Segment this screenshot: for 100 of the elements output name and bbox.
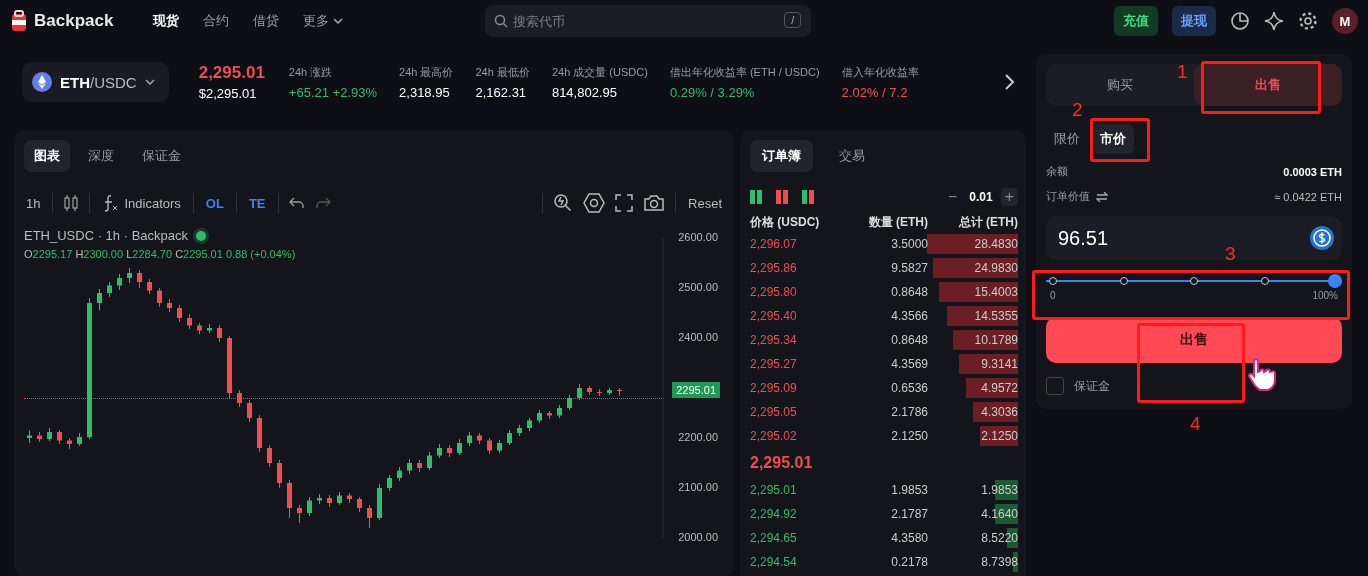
indicators-button[interactable]: Indicators (100, 192, 183, 214)
mid-price: 2,295.01 (750, 453, 814, 473)
candle (447, 444, 452, 458)
stat-label: 24h 涨跌 (288, 64, 334, 80)
order-type-tab[interactable]: 限价 (1046, 124, 1088, 154)
candle (97, 288, 102, 311)
candle (177, 304, 182, 323)
total-cell-text: 2.1250 (980, 429, 1018, 443)
candle (217, 324, 222, 343)
reset-button[interactable]: Reset (686, 193, 724, 213)
nav-menu-item[interactable]: 借贷 (243, 6, 290, 36)
book-layout-icon[interactable] (802, 190, 814, 204)
zoom-search-icon[interactable] (553, 193, 574, 213)
stat-value: 2,318.95 (399, 84, 451, 100)
candle (57, 429, 62, 445)
avatar[interactable]: M (1332, 8, 1358, 34)
size-cell-text: 1.9853 (890, 483, 928, 497)
logo-text: Backpack (34, 11, 114, 31)
candle (147, 278, 152, 295)
candle (577, 383, 582, 401)
chart-legend-title: ETH_USDC · 1h · Backpack (24, 228, 188, 243)
margin-checkbox[interactable] (1046, 377, 1064, 395)
chart-tab[interactable]: 深度 (78, 140, 124, 172)
swap-icon[interactable] (1096, 191, 1108, 202)
chevron-down-icon (333, 17, 344, 25)
candle (507, 429, 512, 446)
ol-button[interactable]: OL (203, 193, 226, 213)
settings-icon[interactable] (583, 193, 606, 213)
candle (397, 466, 402, 482)
total-cell-text: 9.3141 (980, 357, 1018, 371)
side-tab[interactable]: 出售 (1194, 64, 1342, 106)
candle (527, 417, 532, 432)
nav-menu-item[interactable]: 更多 (293, 6, 354, 36)
hand-cursor-icon (1246, 358, 1278, 392)
total-cell-text: 15.4003 (973, 285, 1018, 299)
increase-button[interactable]: + (1000, 188, 1018, 206)
candle (37, 431, 42, 443)
order-type-tab[interactable]: 市价 (1092, 124, 1134, 154)
total-cell-text: 24.9830 (973, 261, 1018, 275)
total-cell-text: 4.1640 (980, 507, 1018, 521)
nav-menu-item[interactable]: 合约 (193, 6, 240, 36)
book-layout-icon[interactable] (750, 190, 762, 204)
book-layout-icon[interactable] (776, 190, 788, 204)
backpack-logo-icon (10, 10, 28, 32)
price-cell-text: 2,295.80 (750, 285, 798, 299)
slider-thumb[interactable] (1328, 274, 1342, 288)
undo-icon[interactable] (288, 196, 305, 210)
camera-icon[interactable] (643, 194, 666, 212)
chart-tab[interactable]: 图表 (24, 140, 70, 172)
margin-label: 保证金 (1074, 377, 1110, 395)
candle-type-icon[interactable] (63, 194, 80, 212)
pie-chart-icon[interactable] (1230, 11, 1250, 31)
market-selector[interactable]: ETH/USDC (22, 62, 169, 102)
deposit-button[interactable]: 充值 (1114, 6, 1158, 36)
size-cell-text: 3.5000 (890, 237, 928, 251)
stat-value: 814,802.95 (551, 84, 618, 100)
candle (127, 267, 132, 284)
candle (167, 298, 172, 313)
candle (267, 444, 272, 468)
candle (557, 404, 562, 419)
price-cell-text: 2,295.86 (750, 261, 798, 275)
candle (207, 323, 212, 334)
chart-tab[interactable]: 保证金 (132, 140, 191, 172)
usdc-icon (1310, 226, 1334, 250)
candle (47, 427, 52, 442)
te-button[interactable]: TE (246, 193, 268, 213)
axis-label: 2100.00 (678, 481, 718, 493)
total-cell-text: 8.5220 (980, 531, 1018, 545)
price-cell-text: 2,295.27 (750, 357, 798, 371)
decrease-button[interactable]: − (943, 188, 962, 206)
candle (237, 389, 242, 408)
column-header: 数量 (ETH) (867, 214, 928, 231)
size-cell-text: 4.3580 (890, 531, 928, 545)
total-cell-text: 8.7398 (980, 555, 1018, 569)
candle (497, 439, 502, 454)
amount-slider[interactable] (1046, 274, 1342, 288)
price-cell-text: 2,294.92 (750, 507, 798, 521)
size-cell-text: 0.8648 (890, 285, 928, 299)
candle (337, 491, 342, 506)
candle (227, 335, 232, 399)
sparkle-icon[interactable] (1264, 11, 1284, 31)
candle (477, 432, 482, 445)
candle (277, 459, 282, 489)
withdraw-button[interactable]: 提现 (1172, 6, 1216, 36)
shortcut-key: / (784, 12, 802, 28)
candle (537, 409, 542, 424)
fullscreen-icon[interactable] (615, 194, 634, 212)
settings-icon[interactable] (1298, 11, 1318, 31)
orderbook-tab[interactable]: 交易 (827, 140, 877, 172)
price-cell-text: 2,295.05 (750, 405, 798, 419)
orderbook-tab[interactable]: 订单簿 (750, 140, 813, 172)
interval-button[interactable]: 1h (24, 193, 43, 213)
candle (107, 281, 112, 298)
size-cell-text: 0.6536 (890, 381, 928, 395)
candle (157, 287, 162, 308)
candle (137, 269, 142, 289)
stat-label: 24h 成交量 (USDC) (551, 64, 648, 80)
candle (197, 322, 202, 335)
nav-menu-item[interactable]: 现货 (143, 6, 190, 36)
redo-icon[interactable] (314, 196, 331, 210)
